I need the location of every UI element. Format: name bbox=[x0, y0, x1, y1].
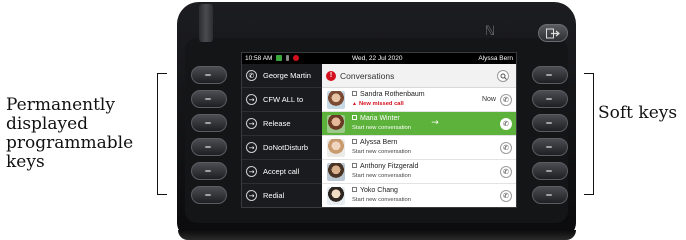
left-bracket bbox=[157, 73, 167, 195]
call-button[interactable]: ✆ bbox=[500, 190, 512, 202]
search-icon bbox=[500, 73, 507, 80]
call-button[interactable]: ✆ bbox=[500, 94, 512, 106]
search-button[interactable] bbox=[497, 70, 509, 82]
conversations-header: ! Conversations bbox=[322, 64, 516, 88]
row-subtitle: Start new conversation bbox=[352, 197, 411, 203]
status-bar: 10:58 AM Wed, 22 Jul 2020 Alyssa Bern bbox=[242, 53, 516, 64]
phone-stand bbox=[178, 230, 576, 240]
row-subtitle: Start new conversation bbox=[352, 149, 411, 155]
handset-rest bbox=[199, 4, 213, 42]
avatar bbox=[327, 139, 345, 157]
status-alert-icon bbox=[292, 55, 299, 62]
key-label-redial[interactable]: → Redial bbox=[242, 184, 322, 207]
programmable-key-2[interactable] bbox=[191, 90, 227, 108]
key-label-release[interactable]: → Release bbox=[242, 112, 322, 136]
soft-key-4[interactable] bbox=[532, 138, 568, 156]
arrow-right-icon: → bbox=[246, 166, 257, 177]
contact-tag-icon bbox=[352, 139, 357, 144]
key-label-do-not-disturb[interactable]: → DoNotDisturb bbox=[242, 136, 322, 160]
arrow-right-icon: → bbox=[246, 142, 257, 153]
contact-tag-icon bbox=[352, 91, 357, 96]
call-button[interactable]: ✆ bbox=[500, 166, 512, 178]
soft-key-2[interactable] bbox=[532, 90, 568, 108]
contact-tag-icon bbox=[352, 163, 357, 168]
key-label-cfw-all-to[interactable]: → CFW ALL to bbox=[242, 88, 322, 112]
status-bluetooth-icon bbox=[286, 55, 290, 62]
exit-icon bbox=[546, 28, 560, 38]
soft-key-1[interactable] bbox=[532, 66, 568, 84]
soft-keys-caption: Soft keys bbox=[598, 103, 678, 123]
conversations-title: Conversations bbox=[340, 70, 395, 81]
programmable-keys-caption: Permanently displayed programmable keys bbox=[6, 95, 134, 172]
contact-name: Sandra Rothenbaum bbox=[360, 91, 425, 98]
conversation-row[interactable]: Yoko Chang Start new conversation ✆ bbox=[322, 184, 516, 207]
status-user: Alyssa Bern bbox=[478, 55, 513, 62]
conversation-row-selected[interactable]: Maria Winter Start new conversation → ✆ bbox=[322, 112, 516, 136]
programmable-key-1[interactable] bbox=[191, 66, 227, 84]
conversation-row[interactable]: Alyssa Bern Start new conversation ✆ bbox=[322, 136, 516, 160]
contact-tag-icon bbox=[352, 115, 357, 120]
contact-tag-icon bbox=[352, 187, 357, 192]
key-label-george-martin[interactable]: ✆ George Martin bbox=[242, 64, 322, 88]
row-subtitle: Start new conversation bbox=[352, 125, 411, 131]
arrow-right-icon: → bbox=[246, 190, 257, 201]
row-subtitle: Start new conversation bbox=[352, 173, 411, 179]
conversations-panel: ! Conversations Sandra Rothenbaum New mi… bbox=[322, 64, 516, 208]
exit-button[interactable] bbox=[538, 24, 568, 42]
contact-name: Maria Winter bbox=[360, 115, 400, 122]
call-button[interactable]: ✆ bbox=[500, 142, 512, 154]
programmable-key-6[interactable] bbox=[191, 186, 227, 204]
missed-call-status: New missed call bbox=[352, 101, 404, 107]
row-time: Now bbox=[481, 96, 496, 103]
avatar bbox=[327, 187, 345, 205]
avatar bbox=[327, 115, 345, 133]
soft-key-6[interactable] bbox=[532, 186, 568, 204]
arrow-right-icon: → bbox=[246, 118, 257, 129]
programmable-key-3[interactable] bbox=[191, 114, 227, 132]
key-label-accept-call[interactable]: → Accept call bbox=[242, 160, 322, 184]
nfc-icon: ℕ bbox=[484, 24, 496, 39]
programmable-key-5[interactable] bbox=[191, 162, 227, 180]
soft-key-3[interactable] bbox=[532, 114, 568, 132]
right-bracket bbox=[584, 73, 594, 195]
phone-icon: ✆ bbox=[246, 70, 257, 81]
arrow-right-icon: → bbox=[246, 94, 257, 105]
contact-name: Yoko Chang bbox=[360, 187, 398, 194]
alert-icon: ! bbox=[326, 70, 336, 81]
conversation-row[interactable]: Sandra Rothenbaum New missed call Now ✆ bbox=[322, 88, 516, 112]
scroll-down-indicator bbox=[418, 207, 426, 208]
call-button[interactable]: ✆ bbox=[500, 118, 512, 130]
conversation-row[interactable]: Anthony Fitzgerald Start new conversatio… bbox=[322, 160, 516, 184]
programmable-key-4[interactable] bbox=[191, 138, 227, 156]
status-connection-icon bbox=[276, 55, 283, 62]
contact-name: Anthony Fitzgerald bbox=[360, 163, 419, 170]
contact-name: Alyssa Bern bbox=[360, 139, 398, 146]
status-date: Wed, 22 Jul 2020 bbox=[352, 55, 403, 62]
avatar bbox=[327, 163, 345, 181]
phone-display: 10:58 AM Wed, 22 Jul 2020 Alyssa Bern ✆ … bbox=[241, 52, 517, 208]
soft-key-5[interactable] bbox=[532, 162, 568, 180]
avatar bbox=[327, 91, 345, 109]
programmable-keys-panel: ✆ George Martin → CFW ALL to → Release →… bbox=[242, 64, 322, 207]
arrow-right-icon[interactable]: → bbox=[429, 117, 441, 129]
status-time: 10:58 AM bbox=[245, 55, 273, 62]
